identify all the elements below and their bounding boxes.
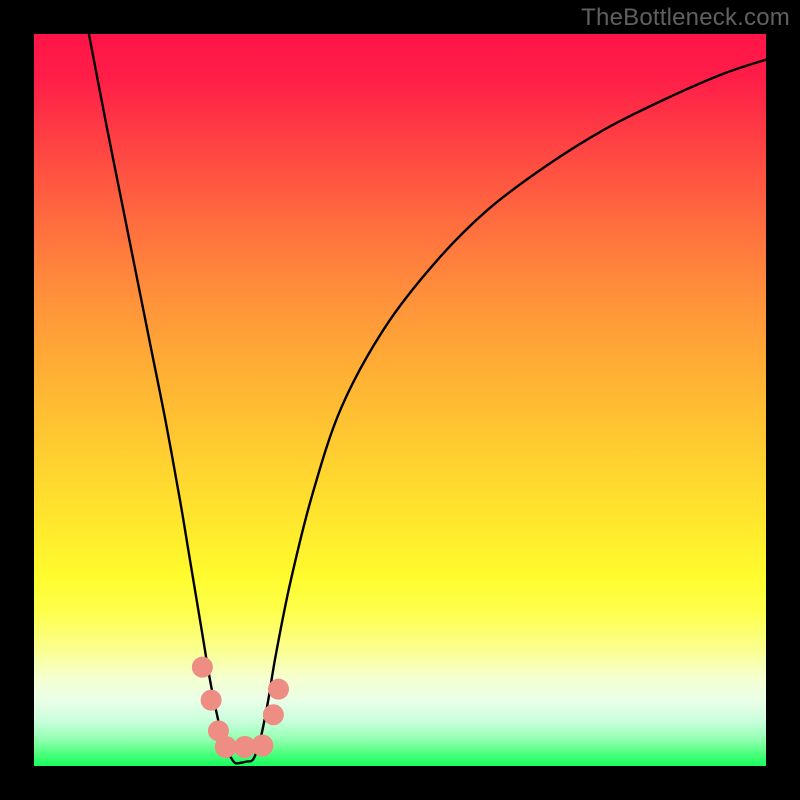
chart-svg [34, 34, 766, 766]
data-marker [192, 657, 213, 678]
markers-group [192, 657, 289, 758]
data-marker [215, 736, 237, 758]
watermark-text: TheBottleneck.com [581, 4, 790, 32]
data-marker [268, 679, 289, 700]
plot-area [34, 34, 766, 766]
curve-line [89, 34, 766, 763]
data-marker [263, 704, 284, 725]
data-marker [251, 735, 273, 757]
chart-frame: TheBottleneck.com [0, 0, 800, 800]
data-marker [201, 690, 222, 711]
